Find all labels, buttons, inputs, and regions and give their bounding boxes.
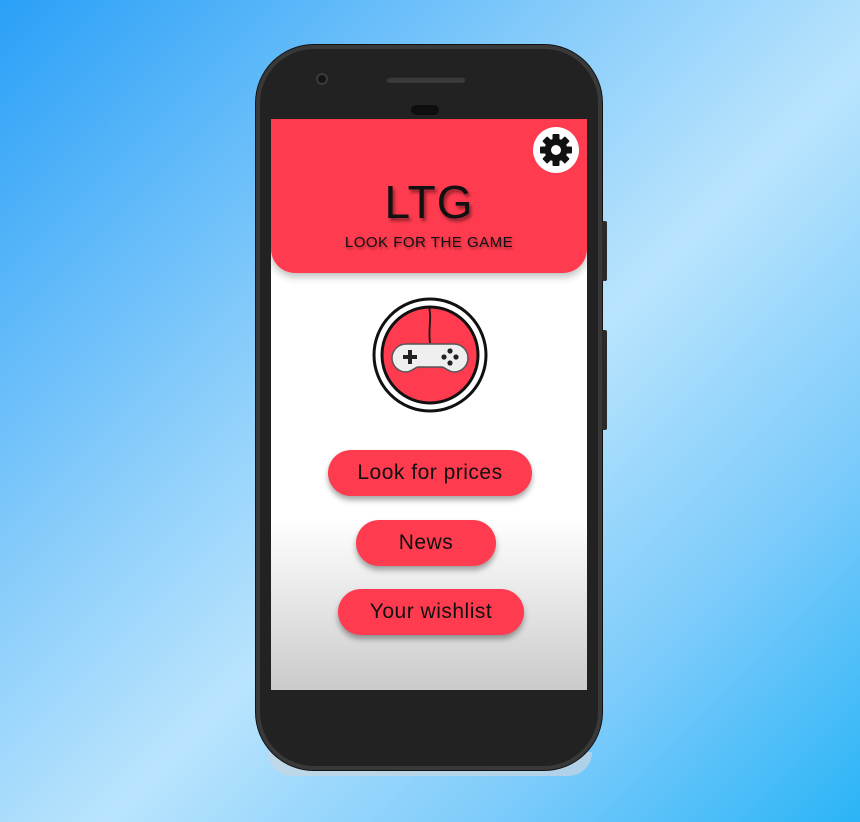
- app-screen: LTG LOOK FOR THE GAME Look for prices Ne…: [271, 119, 587, 690]
- power-button: [602, 221, 607, 281]
- volume-button: [602, 330, 607, 430]
- proximity-sensor: [411, 105, 439, 115]
- gamepad-icon: [372, 297, 488, 413]
- wishlist-button[interactable]: Your wishlist: [338, 589, 524, 635]
- app-header: LTG LOOK FOR THE GAME: [271, 119, 587, 273]
- news-button[interactable]: News: [356, 520, 496, 566]
- gear-icon: [540, 134, 572, 166]
- app-title: LTG: [384, 176, 474, 228]
- look-for-prices-button[interactable]: Look for prices: [328, 450, 532, 496]
- earpiece-speaker: [386, 76, 466, 83]
- front-camera: [316, 73, 328, 85]
- settings-button[interactable]: [533, 127, 579, 173]
- app-subtitle: LOOK FOR THE GAME: [344, 234, 514, 251]
